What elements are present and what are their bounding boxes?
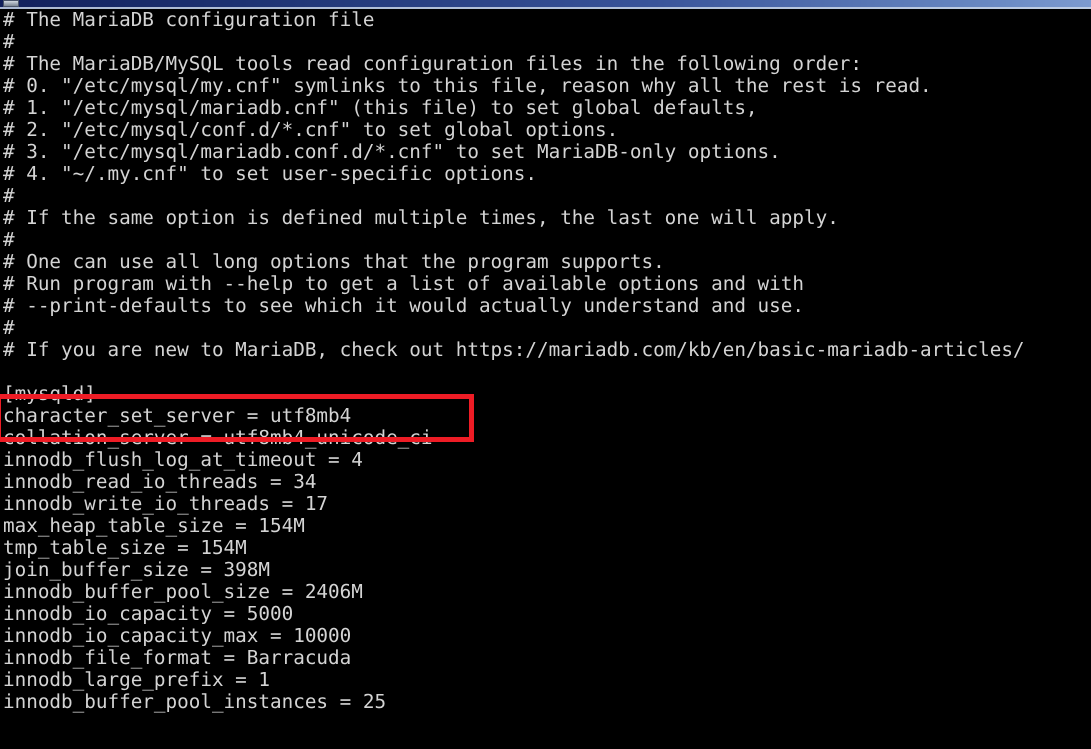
terminal-line: innodb_large_prefix = 1 [3, 668, 270, 691]
terminal-line: # 2. "/etc/mysql/conf.d/*.cnf" to set gl… [3, 118, 619, 141]
terminal-line: tmp_table_size = 154M [3, 536, 247, 559]
terminal-text-area[interactable]: # The MariaDB configuration file # # The… [0, 9, 1091, 749]
terminal-line: # [3, 184, 15, 207]
terminal-line: innodb_read_io_threads = 34 [3, 470, 317, 493]
terminal-line: # Run program with --help to get a list … [3, 272, 804, 295]
terminal-line: # [3, 30, 15, 53]
terminal-line: innodb_io_capacity_max = 10000 [3, 624, 352, 647]
terminal-line-collation-server: collation_server = utf8mb4_unicode_ci [3, 426, 433, 449]
terminal-line: innodb_flush_log_at_timeout = 4 [3, 448, 363, 471]
terminal-line: innodb_write_io_threads = 17 [3, 492, 329, 515]
terminal-window-icon [3, 0, 19, 7]
terminal-line: # 1. "/etc/mysql/mariadb.cnf" (this file… [3, 96, 758, 119]
terminal-line: join_buffer_size = 398M [3, 558, 270, 581]
terminal-line-character-set-server: character_set_server = utf8mb4 [3, 404, 352, 427]
terminal-line: innodb_buffer_pool_instances = 25 [3, 690, 387, 713]
terminal-line: # The MariaDB/MySQL tools read configura… [3, 52, 863, 75]
terminal-line: innodb_io_capacity = 5000 [3, 602, 294, 625]
terminal-line: # --print-defaults to see which it would… [3, 294, 804, 317]
terminal-line: # One can use all long options that the … [3, 250, 665, 273]
terminal-line: # If you are new to MariaDB, check out h… [3, 338, 1025, 361]
terminal-line-section-header: [mysqld] [3, 382, 96, 405]
terminal-line: # If the same option is defined multiple… [3, 206, 839, 229]
terminal-line: # [3, 316, 15, 339]
terminal-line: max_heap_table_size = 154M [3, 514, 305, 537]
terminal-line: # 4. "~/.my.cnf" to set user-specific op… [3, 162, 537, 185]
terminal-line: innodb_buffer_pool_size = 2406M [3, 580, 363, 603]
terminal-line: # The MariaDB configuration file [3, 8, 375, 31]
terminal-line: # 0. "/etc/mysql/my.cnf" symlinks to thi… [3, 74, 932, 97]
terminal-line: innodb_file_format = Barracuda [3, 646, 352, 669]
terminal-line: # [3, 228, 15, 251]
terminal-window: # The MariaDB configuration file # # The… [0, 0, 1091, 749]
terminal-line: # 3. "/etc/mysql/mariadb.conf.d/*.cnf" t… [3, 140, 781, 163]
